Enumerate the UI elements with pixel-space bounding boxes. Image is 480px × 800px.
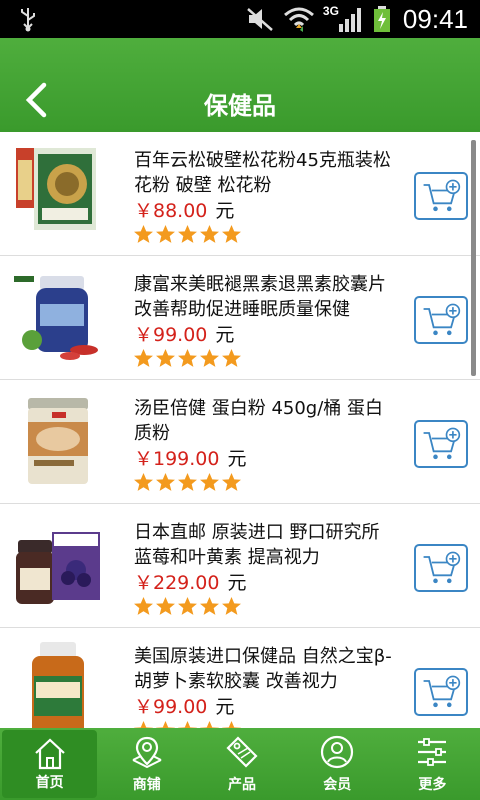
product-image-protein-powder [28,398,88,484]
star-icon [134,473,153,491]
star-icon [200,473,219,491]
product-item[interactable]: 康富来美眠褪黑素退黑素胶囊片改善帮助促进睡眠质量保健 ￥99.00 元 [0,256,480,380]
tab-home[interactable]: 首页 [2,730,98,798]
star-icon [134,349,153,367]
add-to-cart-button[interactable] [414,296,468,344]
tab-label: 会员 [323,777,352,793]
battery-charging-icon [373,6,390,32]
product-name[interactable]: 美国原装进口保健品 自然之宝β-胡萝卜素软胶囊 改善视力 [134,644,394,694]
member-icon [321,735,354,769]
tab-label: 商铺 [132,777,161,793]
price-unit: 元 [227,448,247,470]
star-icon [134,597,153,615]
app-header: 保健品 [0,38,480,132]
add-to-cart-button[interactable] [414,420,468,468]
shop-icon [132,736,162,769]
star-icon [200,721,219,728]
star-icon [178,225,197,243]
product-image-pine-pollen [16,148,96,230]
price-value: ￥88.00 [134,200,208,222]
product-name[interactable]: 百年云松破壁松花粉45克瓶装松花粉 破壁 松花粉 [134,148,394,198]
price-value: ￥199.00 [134,448,220,470]
status-bar: 3G 09:41 [0,0,480,38]
star-icon [156,225,175,243]
price-unit: 元 [215,324,235,346]
product-price: ￥229.00 元 [134,568,247,595]
product-list[interactable]: 百年云松破壁松花粉45克瓶装松花粉 破壁 松花粉 ￥88.00 元 康富来美眠褪… [0,132,480,728]
add-to-cart-button[interactable] [414,172,468,220]
star-icon [222,597,241,615]
product-item[interactable]: 美国原装进口保健品 自然之宝β-胡萝卜素软胶囊 改善视力 ￥99.00 元 [0,628,480,728]
scrollbar[interactable] [471,140,476,376]
product-item[interactable]: 汤臣倍健 蛋白粉 450g/桶 蛋白质粉 ￥199.00 元 [0,380,480,504]
star-icon [178,597,197,615]
rating-stars [133,596,242,617]
tab-member[interactable]: 会员 [290,728,385,800]
price-unit: 元 [215,200,235,222]
tab-shop[interactable]: 商铺 [99,728,194,800]
tab-label: 首页 [35,775,64,791]
star-icon [156,597,175,615]
star-icon [200,225,219,243]
product-item[interactable]: 日本直邮 原装进口 野口研究所蓝莓和叶黄素 提高视力 ￥229.00 元 [0,504,480,628]
price-value: ￥99.00 [134,696,208,718]
product-price: ￥88.00 元 [134,196,234,223]
tab-label: 产品 [228,777,256,793]
product-name[interactable]: 日本直邮 原装进口 野口研究所蓝莓和叶黄素 提高视力 [134,520,394,570]
signal-bars-icon [338,8,361,32]
star-icon [156,721,175,728]
tab-more[interactable]: 更多 [385,728,480,800]
star-icon [222,473,241,491]
usb-icon [21,8,35,32]
tab-label: 更多 [418,777,447,793]
product-price: ￥99.00 元 [134,320,234,347]
bottom-tab-bar: 首页 商铺 产品 会员 更多 [0,728,480,800]
mute-icon [247,8,273,31]
star-icon [200,349,219,367]
product-price: ￥99.00 元 [134,692,234,719]
product-image-blueberry-lutein [16,532,100,604]
star-icon [156,349,175,367]
product-image-melatonin [14,276,98,360]
star-icon [222,721,241,728]
price-value: ￥229.00 [134,572,220,594]
rating-stars [133,472,242,493]
price-unit: 元 [227,572,247,594]
price-value: ￥99.00 [134,324,208,346]
more-settings-icon [418,738,447,766]
star-icon [222,349,241,367]
tab-products[interactable]: 产品 [194,728,289,800]
rating-stars [133,720,242,728]
home-icon [34,738,65,770]
product-image-beta-carotene [32,642,84,728]
signal-indicator: 3G [323,4,365,34]
price-unit: 元 [215,696,235,718]
clock: 09:41 [402,3,468,34]
star-icon [178,473,197,491]
rating-stars [133,224,242,245]
star-icon [222,225,241,243]
star-icon [134,721,153,728]
add-to-cart-button[interactable] [414,668,468,716]
star-icon [134,225,153,243]
product-name[interactable]: 康富来美眠褪黑素退黑素胶囊片改善帮助促进睡眠质量保健 [134,272,394,322]
star-icon [200,597,219,615]
wifi-icon [283,7,314,32]
product-price: ￥199.00 元 [134,444,247,471]
rating-stars [133,348,242,369]
star-icon [178,349,197,367]
product-item[interactable]: 百年云松破壁松花粉45克瓶装松花粉 破壁 松花粉 ￥88.00 元 [0,132,480,256]
product-name[interactable]: 汤臣倍健 蛋白粉 450g/桶 蛋白质粉 [134,396,394,446]
star-icon [178,721,197,728]
star-icon [156,473,175,491]
add-to-cart-button[interactable] [414,544,468,592]
page-title: 保健品 [204,92,276,120]
sale-tag-icon [226,736,258,768]
